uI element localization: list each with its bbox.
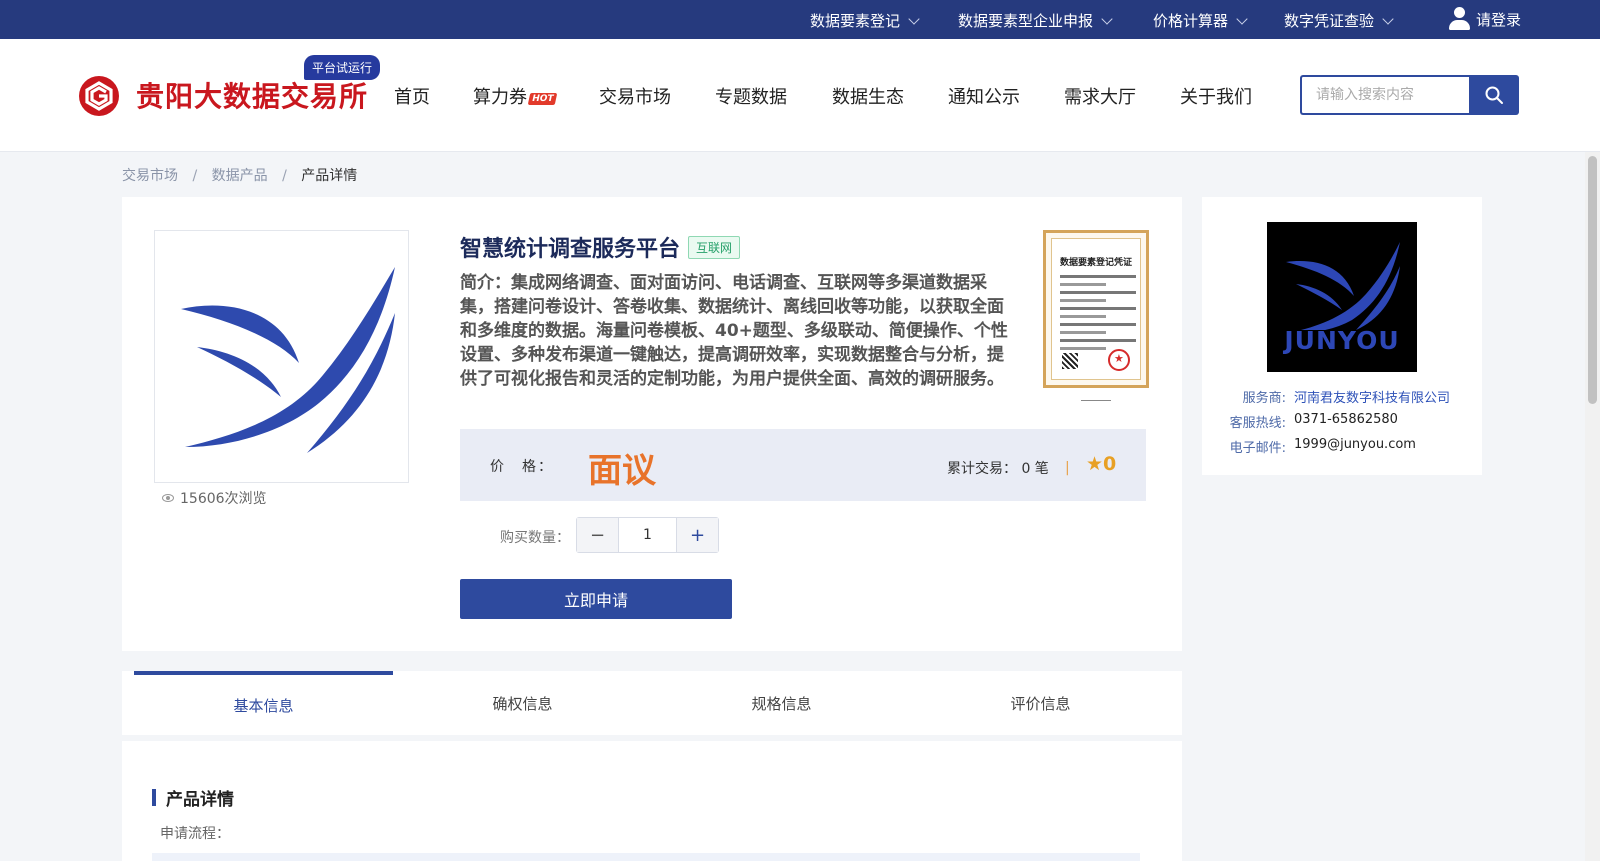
nav-topic-data[interactable]: 专题数据 — [715, 83, 787, 109]
product-logo-icon — [180, 266, 395, 453]
nav-demand-hall[interactable]: 需求大厅 — [1064, 83, 1136, 109]
qr-code-icon — [1062, 353, 1078, 369]
menu-label: 数字凭证查验 — [1284, 12, 1375, 30]
top-utility-bar: 数据要素登记 数据要素型企业申报 价格计算器 数字凭证查验 请登录 — [0, 0, 1600, 39]
main-header: 贵阳大数据交易所 平台试运行 首页 算力券 HOT 交易市场 专题数据 数据生态 … — [0, 39, 1600, 152]
enterprise-declaration-menu[interactable]: 数据要素型企业申报 — [958, 10, 1113, 31]
process-strip — [152, 853, 1140, 861]
registration-certificate-image[interactable]: 数据要素登记凭证 — [1043, 230, 1149, 388]
hotline-label: 客服热线: — [1229, 416, 1286, 431]
nav-home[interactable]: 首页 — [394, 83, 430, 109]
hot-badge: HOT — [527, 93, 558, 105]
hotline-row: 客服热线: 0371-65862580 — [1222, 412, 1398, 431]
heading-accent — [152, 789, 156, 806]
provider-name-link[interactable]: 河南君友数字科技有限公司 — [1294, 387, 1450, 406]
nav-compute-voucher[interactable]: 算力券 HOT — [473, 83, 558, 109]
quantity-input[interactable]: 1 — [619, 518, 676, 552]
rating-value: 0 — [1103, 453, 1117, 475]
price-calculator-menu[interactable]: 价格计算器 — [1153, 10, 1248, 31]
quantity-increase-button[interactable]: + — [676, 518, 718, 552]
site-name[interactable]: 贵阳大数据交易所 — [136, 75, 368, 115]
product-description: 简介：集成网络调查、面对面访问、电话调查、互联网等多渠道数据采集，搭建问卷设计、… — [460, 273, 1008, 389]
tab-review-info[interactable]: 评价信息 — [911, 671, 1170, 735]
view-count: 15606次浏览 — [162, 488, 267, 508]
detail-tabs: 基本信息 确权信息 规格信息 评价信息 — [122, 671, 1182, 735]
certificate-title: 数据要素登记凭证 — [1059, 258, 1132, 268]
price-panel: 价 格： 面议 累计交易： 0 笔 | ★0 — [460, 429, 1146, 501]
section-heading-text: 产品详情 — [166, 790, 234, 810]
menu-label: 价格计算器 — [1153, 12, 1229, 30]
chevron-down-icon — [908, 12, 920, 25]
eye-icon — [162, 494, 174, 502]
breadcrumb-trading-market[interactable]: 交易市场 — [122, 168, 178, 184]
exchange-logo-icon[interactable] — [78, 75, 120, 117]
trial-run-badge: 平台试运行 — [304, 55, 381, 80]
quantity-decrease-button[interactable]: − — [577, 518, 619, 552]
nav-about-us[interactable]: 关于我们 — [1180, 83, 1252, 109]
certificate-indicator — [1081, 400, 1111, 401]
product-title: 智慧统计调查服务平台 — [460, 237, 681, 262]
email-value: 1999@junyou.com — [1294, 437, 1416, 452]
breadcrumb-separator: / — [282, 168, 287, 184]
product-image — [154, 230, 409, 483]
section-heading: 产品详情 — [152, 785, 234, 810]
quantity-label: 购买数量： — [500, 530, 570, 546]
menu-label: 数据要素登记 — [810, 12, 901, 30]
price-label: 价 格： — [490, 459, 554, 475]
price-value: 面议 — [588, 451, 656, 491]
divider: | — [1065, 460, 1070, 476]
category-tag: 互联网 — [688, 236, 741, 259]
quantity-stepper: − 1 + — [576, 517, 719, 553]
digital-certificate-check-menu[interactable]: 数字凭证查验 — [1284, 10, 1394, 31]
user-icon — [1448, 7, 1470, 31]
breadcrumb-separator: / — [192, 168, 198, 184]
breadcrumb-current: 产品详情 — [301, 168, 358, 184]
login-label: 请登录 — [1476, 10, 1522, 29]
provider-logo: JUNYOU — [1267, 222, 1417, 372]
menu-label: 数据要素型企业申报 — [958, 12, 1094, 30]
nav-notices[interactable]: 通知公示 — [948, 83, 1020, 109]
provider-logo-text: JUNYOU — [1284, 325, 1400, 355]
breadcrumb-data-products[interactable]: 数据产品 — [212, 168, 268, 184]
provider-label: 服务商: — [1242, 391, 1286, 406]
nav-trading-market[interactable]: 交易市场 — [599, 83, 671, 109]
hotline-value: 0371-65862580 — [1294, 412, 1398, 427]
certificate-text-lines — [1060, 275, 1136, 355]
email-row: 电子邮件: 1999@junyou.com — [1222, 437, 1416, 456]
data-element-registration-menu[interactable]: 数据要素登记 — [810, 10, 920, 31]
login-link[interactable]: 请登录 — [1448, 7, 1521, 31]
nav-data-ecosystem[interactable]: 数据生态 — [832, 83, 904, 109]
application-process-label: 申请流程： — [160, 826, 230, 842]
tab-ownership-info[interactable]: 确权信息 — [393, 671, 652, 735]
cumulative-trades: 累计交易： 0 笔 — [947, 461, 1049, 477]
tab-basic-info[interactable]: 基本信息 — [134, 671, 393, 735]
chevron-down-icon — [1382, 12, 1394, 25]
search-input[interactable]: 请输入搜索内容 — [1300, 75, 1469, 115]
view-count-text: 15606次浏览 — [180, 491, 267, 507]
rating: ★0 — [1086, 453, 1116, 475]
junyou-logo-icon — [1286, 241, 1400, 330]
search-icon — [1485, 86, 1503, 104]
product-card: 15606次浏览 智慧统计调查服务平台 互联网 简介：集成网络调查、面对面访问、… — [122, 197, 1182, 651]
search-button[interactable] — [1469, 75, 1519, 115]
product-detail-section: 产品详情 申请流程： — [122, 741, 1182, 861]
seal-icon — [1108, 349, 1130, 371]
apply-now-button[interactable]: 立即申请 — [460, 579, 732, 619]
nav-label: 算力券 — [473, 87, 527, 108]
star-icon: ★ — [1086, 453, 1104, 475]
email-label: 电子邮件: — [1229, 441, 1286, 456]
scrollbar-thumb[interactable] — [1588, 156, 1597, 404]
chevron-down-icon — [1236, 12, 1248, 25]
breadcrumb: 交易市场 / 数据产品 / 产品详情 — [122, 165, 357, 185]
provider-name-row: 服务商: 河南君友数字科技有限公司 — [1222, 387, 1450, 406]
provider-card: JUNYOU 服务商: 河南君友数字科技有限公司 客服热线: 0371-6586… — [1202, 197, 1482, 475]
tab-spec-info[interactable]: 规格信息 — [652, 671, 911, 735]
chevron-down-icon — [1101, 12, 1113, 25]
